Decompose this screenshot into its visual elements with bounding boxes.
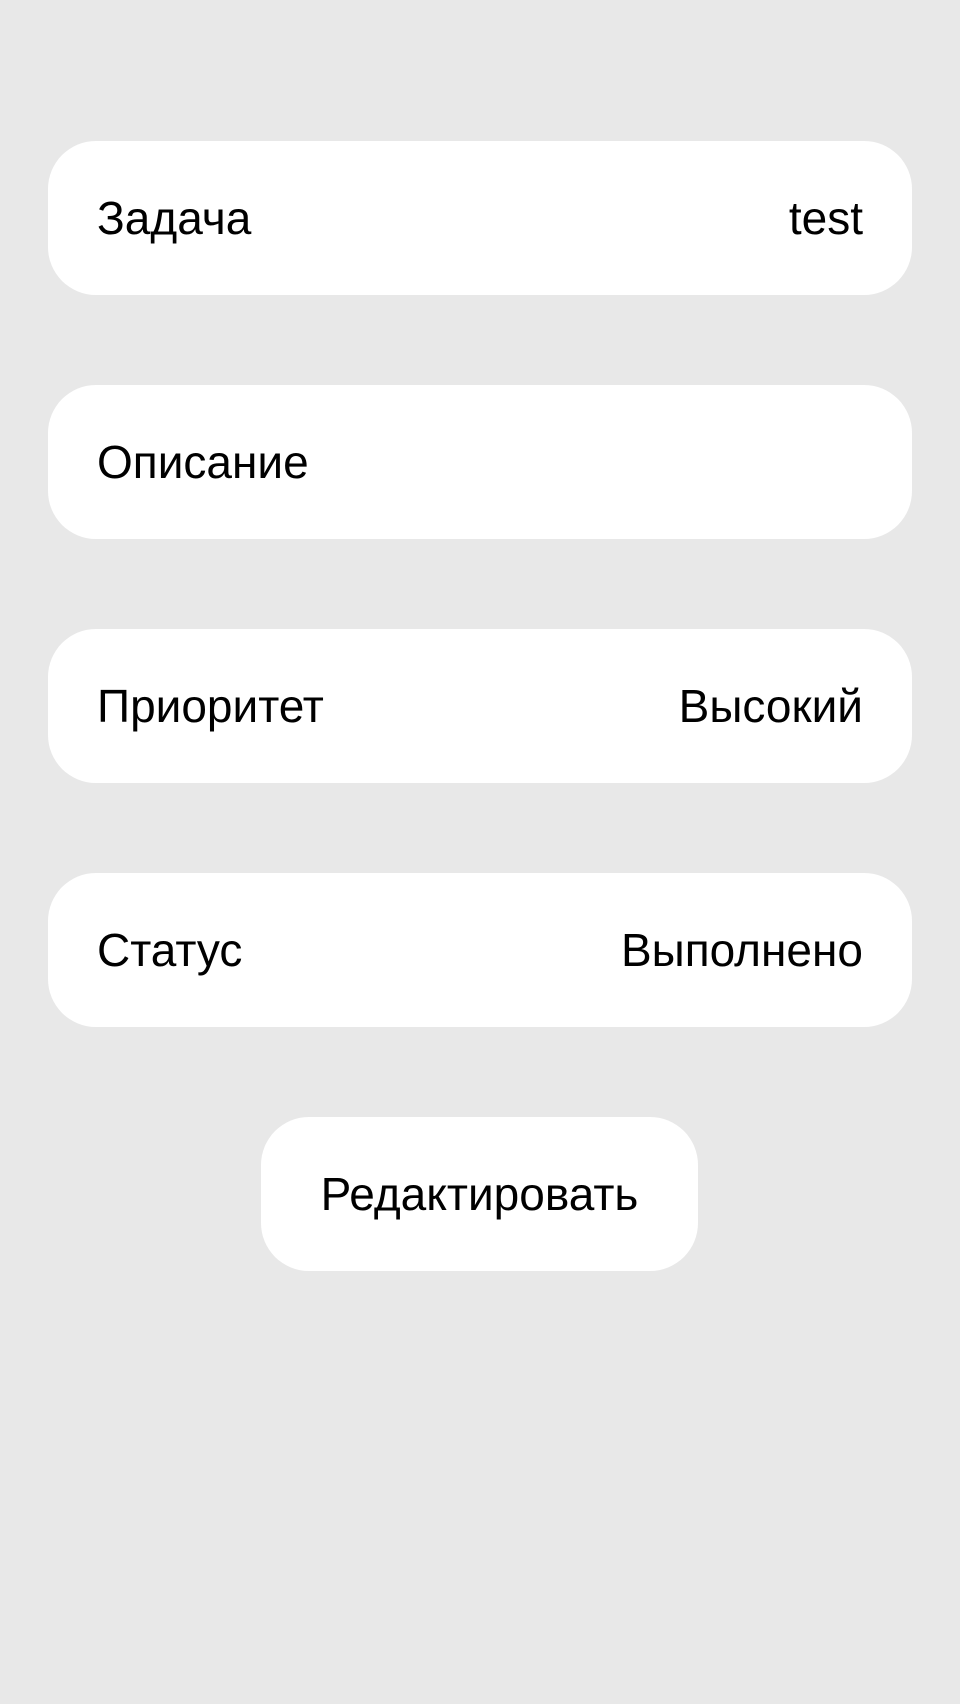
status-row: Статус Выполнено bbox=[48, 873, 912, 1027]
task-label: Задача bbox=[97, 192, 252, 244]
task-row: Задача test bbox=[48, 141, 912, 295]
edit-button[interactable]: Редактировать bbox=[261, 1117, 698, 1271]
priority-row: Приоритет Высокий bbox=[48, 629, 912, 783]
status-value: Выполнено bbox=[620, 924, 863, 976]
priority-label: Приоритет bbox=[97, 680, 324, 732]
description-label: Описание bbox=[97, 436, 309, 488]
task-value: test bbox=[788, 192, 863, 244]
description-row: Описание bbox=[48, 385, 912, 539]
priority-value: Высокий bbox=[678, 680, 863, 732]
status-label: Статус bbox=[97, 924, 243, 976]
